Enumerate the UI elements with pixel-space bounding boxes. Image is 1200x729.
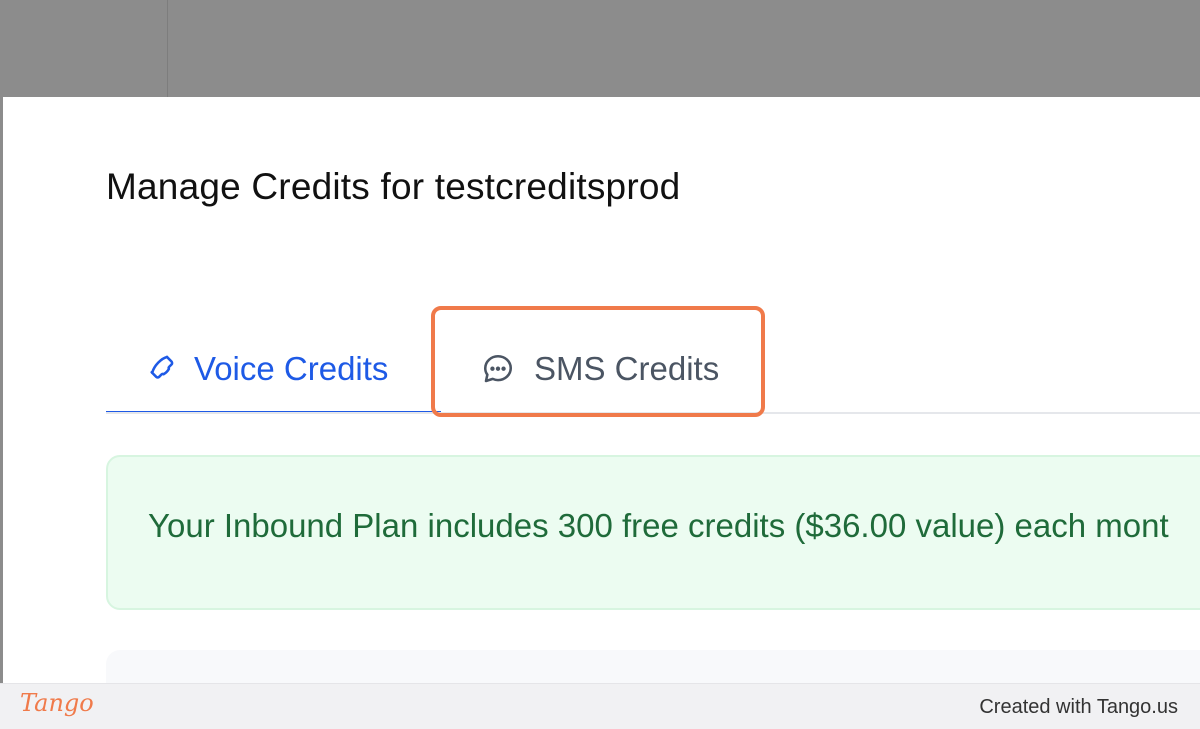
header-divider: [167, 0, 168, 97]
tango-logo[interactable]: Tango: [20, 689, 94, 717]
left-edge-shadow: [0, 97, 3, 687]
tab-voice-credits[interactable]: Voice Credits: [106, 326, 441, 414]
tango-credit-text[interactable]: Created with Tango.us: [979, 696, 1178, 719]
tab-sms-credits-label: SMS Credits: [534, 350, 720, 387]
tango-footer: Tango Created with Tango.us: [0, 683, 1200, 729]
plan-info-banner: Your Inbound Plan includes 300 free cred…: [106, 455, 1200, 610]
tabs-baseline: [106, 412, 1200, 414]
tab-voice-credits-label: Voice Credits: [194, 350, 389, 387]
plan-info-text: Your Inbound Plan includes 300 free cred…: [148, 507, 1169, 544]
tab-sms-credits[interactable]: SMS Credits: [442, 326, 768, 412]
dimmed-header: [0, 0, 1200, 97]
credit-tabs: Voice Credits SMS Credits: [106, 326, 1200, 414]
chat-bubble-icon: [480, 351, 516, 387]
screenshot-frame: Manage Credits for testcreditsprod Voice…: [0, 0, 1200, 729]
phone-icon: [144, 351, 180, 387]
page-title: Manage Credits for testcreditsprod: [106, 166, 681, 207]
